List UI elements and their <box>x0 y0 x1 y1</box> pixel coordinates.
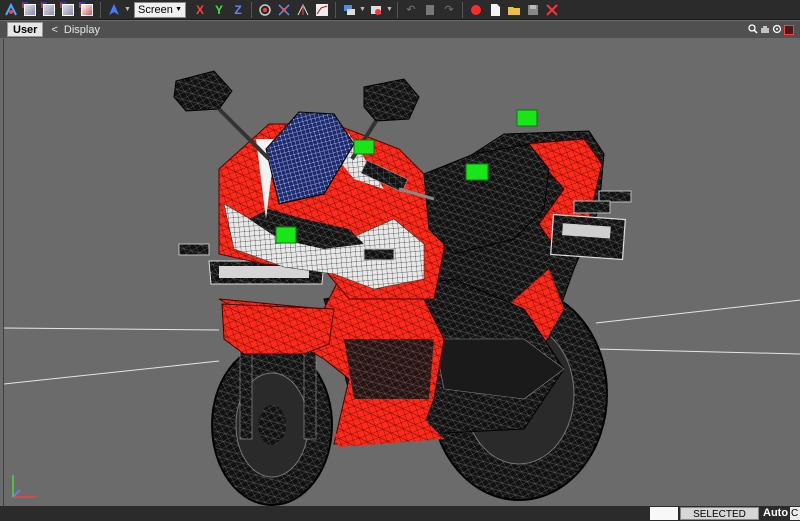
display-menu[interactable]: Display <box>64 24 100 36</box>
pivot-marker[interactable] <box>516 109 538 127</box>
toolbar-separator <box>397 1 398 18</box>
redo-icon[interactable]: ↷ <box>440 1 458 19</box>
app-window: ▼ Screen ▼ X Y Z ▼ ▼ ↶ ↷ User < Display … <box>0 0 800 521</box>
axis-z-button[interactable]: Z <box>229 1 247 19</box>
viewport-controls <box>747 22 794 36</box>
new-file-icon[interactable] <box>486 1 504 19</box>
render-dropdown-arrow-icon[interactable]: ▼ <box>386 1 393 19</box>
display-chevron-icon[interactable]: < <box>51 24 57 36</box>
pan-hand-icon[interactable] <box>759 22 770 36</box>
axis-tripod-icon <box>12 475 36 498</box>
toolbar-separator <box>462 1 463 18</box>
snap-icon[interactable] <box>256 1 274 19</box>
delete-icon[interactable] <box>543 1 561 19</box>
orbit-icon[interactable] <box>771 22 782 36</box>
toolbar-separator <box>100 1 101 18</box>
status-input-field[interactable] <box>650 507 678 520</box>
toolbar-separator <box>335 1 336 18</box>
move-arrow-icon[interactable] <box>105 1 123 19</box>
select-region-cube-icon[interactable] <box>21 1 39 19</box>
chevron-down-icon: ▼ <box>175 6 182 13</box>
mirror-left <box>173 70 271 161</box>
pivot-marker[interactable] <box>275 226 297 244</box>
viewport-view-label[interactable]: User <box>7 22 44 37</box>
coord-system-select[interactable]: Screen ▼ <box>134 1 186 18</box>
zoom-icon[interactable] <box>747 22 758 36</box>
coord-system-value: Screen <box>138 3 173 16</box>
axis-x-button[interactable]: X <box>191 1 209 19</box>
main-toolbar: ▼ Screen ▼ X Y Z ▼ ▼ ↶ ↷ <box>0 0 800 20</box>
status-bar: SELECTED MODE Auto C <box>0 506 800 521</box>
axis-y-button[interactable]: Y <box>210 1 228 19</box>
pivot-marker[interactable] <box>353 139 375 155</box>
layer-icon[interactable] <box>340 1 358 19</box>
curve-editor-icon[interactable] <box>313 1 331 19</box>
layer-dropdown-arrow-icon[interactable]: ▼ <box>359 1 366 19</box>
render-setup-icon[interactable] <box>367 1 385 19</box>
toolbar-separator <box>251 1 252 18</box>
selected-mode-button[interactable]: SELECTED MODE <box>680 507 759 520</box>
move-dropdown-arrow-icon[interactable]: ▼ <box>124 1 131 19</box>
pivot-marker[interactable] <box>465 163 489 181</box>
auto-key-button[interactable]: Auto <box>763 506 788 521</box>
file-copy-icon[interactable] <box>421 1 439 19</box>
status-trailing-field[interactable]: C <box>790 507 800 520</box>
save-icon[interactable] <box>524 1 542 19</box>
viewport-header: User < Display <box>0 21 800 38</box>
undo-icon[interactable]: ↶ <box>402 1 420 19</box>
viewport-scene <box>4 70 800 506</box>
select-element-cube-icon[interactable] <box>78 1 96 19</box>
3d-viewport[interactable] <box>3 39 800 506</box>
select-vertex-cube-icon[interactable] <box>40 1 58 19</box>
mirror-icon[interactable] <box>294 1 312 19</box>
open-folder-icon[interactable] <box>505 1 523 19</box>
record-icon[interactable] <box>467 1 485 19</box>
select-object-icon[interactable] <box>2 1 20 19</box>
axis-constraint-icon[interactable] <box>275 1 293 19</box>
select-face-cube-icon[interactable] <box>59 1 77 19</box>
maximize-viewport-icon[interactable] <box>783 22 794 36</box>
